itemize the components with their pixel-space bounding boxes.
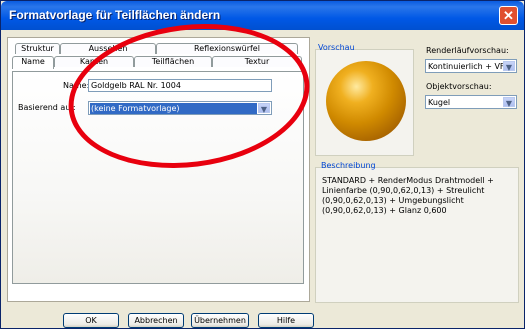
- render-preview-select[interactable]: Kontinuierlich + VF ▼: [425, 59, 517, 73]
- chevron-down-icon[interactable]: ▼: [503, 61, 515, 72]
- tab-name[interactable]: Name: [12, 56, 54, 69]
- window-title: Formatvorlage für Teilflächen ändern: [9, 8, 221, 22]
- ok-button[interactable]: OK: [63, 313, 119, 328]
- object-preview-value: Kugel: [428, 98, 451, 107]
- chevron-down-icon[interactable]: ▼: [503, 97, 515, 108]
- tab-struktur[interactable]: Struktur: [15, 43, 60, 54]
- help-button[interactable]: Hilfe: [258, 313, 314, 328]
- apply-button[interactable]: Übernehmen: [191, 313, 249, 328]
- sphere-preview: [326, 61, 406, 141]
- object-preview-label: Objektvorschau:: [426, 82, 492, 91]
- render-preview-label: Renderläufvorschau:: [426, 46, 509, 55]
- title-bar[interactable]: Formatvorlage für Teilflächen ändern ✕: [1, 1, 524, 30]
- description-title: Beschreibung: [321, 161, 376, 170]
- based-on-label: Basierend auf:: [18, 103, 76, 112]
- object-preview-select[interactable]: Kugel ▼: [425, 95, 517, 109]
- description-text: STANDARD + RenderModus Drahtmodell + Lin…: [322, 176, 494, 215]
- preview-title: Vorschau: [318, 43, 355, 52]
- cancel-button[interactable]: Abbrechen: [128, 313, 184, 328]
- close-button[interactable]: ✕: [499, 6, 518, 25]
- render-preview-value: Kontinuierlich + VF: [428, 62, 505, 71]
